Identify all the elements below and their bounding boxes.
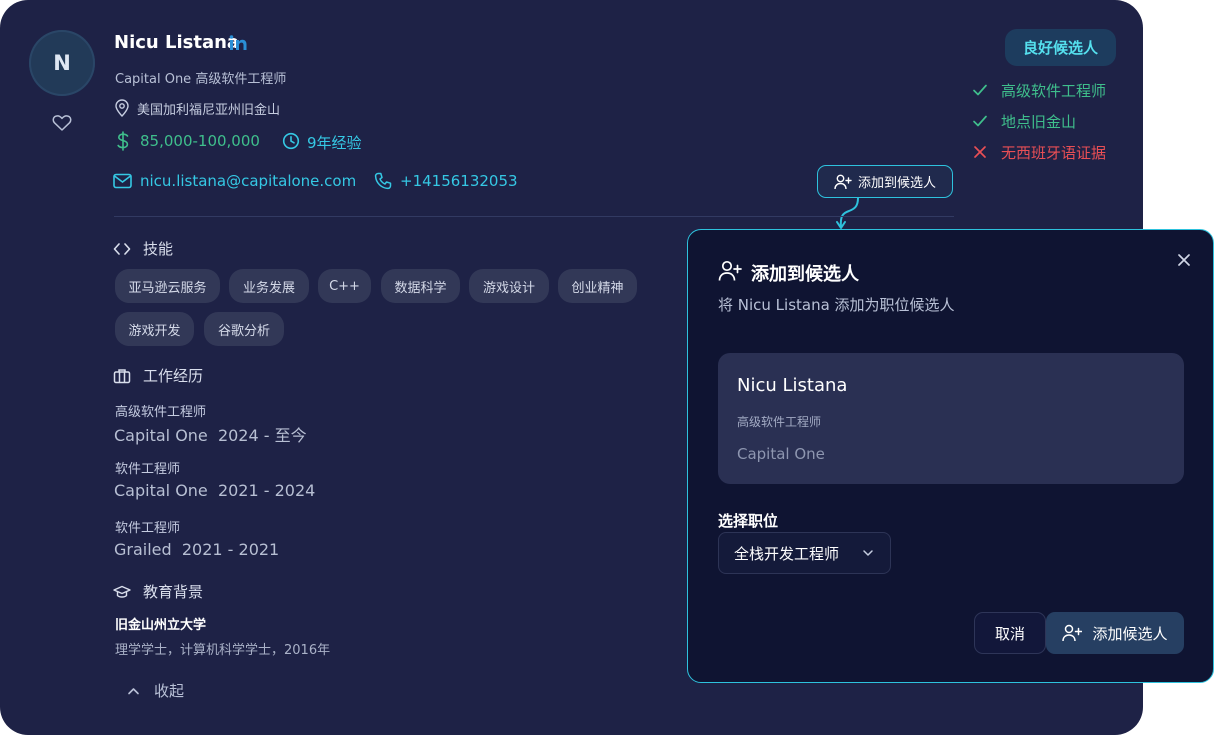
avatar-initial: N [53,51,71,75]
criteria-label: 高级软件工程师 [1001,81,1107,100]
salary-range: 85,000-100,000 [140,132,260,150]
skill-chip: 游戏开发 [115,312,194,346]
job-company-period: Capital One 2024 - 至今 [114,422,307,446]
clock-icon [282,132,300,150]
code-icon [113,242,131,255]
job-company-period: Capital One 2021 - 2024 [114,481,315,500]
skill-chip: C++ [318,269,371,303]
criteria-label: 地点旧金山 [1001,112,1077,131]
location-pin-icon [115,99,129,117]
location-text: 美国加利福尼亚州旧金山 [137,103,281,118]
summary-name: Nicu Listana [737,375,848,396]
user-plus-icon [834,174,852,189]
mail-icon [113,173,132,189]
position-select-value: 全栈开发工程师 [734,544,840,563]
x-icon [974,146,986,158]
add-to-candidates-label: 添加到候选人 [857,176,936,191]
add-to-candidates-button[interactable]: 添加到候选人 [817,165,953,198]
add-candidate-modal: 添加到候选人 将 Nicu Listana 添加为职位候选人 Nicu List… [687,229,1214,683]
skill-chip: 业务发展 [229,269,309,303]
user-plus-icon [718,260,742,281]
close-icon[interactable] [1176,252,1192,268]
job-period: 2021 - 2024 [217,481,316,500]
position-select[interactable]: 全栈开发工程师 [718,532,891,574]
summary-company: Capital One [737,445,825,463]
collapse-label: 收起 [154,682,185,700]
cancel-button[interactable]: 取消 [974,612,1046,654]
work-heading: 工作经历 [113,365,203,386]
criteria-item: 无西班牙语证据 [972,141,1132,163]
connector-arrow [836,197,859,229]
position-select-label: 选择职位 [718,512,779,530]
check-icon [973,115,987,127]
education-heading: 教育背景 [113,581,203,602]
add-candidate-label: 添加候选人 [1092,624,1168,643]
skill-chip: 创业精神 [558,269,637,303]
dollar-icon [117,131,129,151]
degree-text: 理学学士，计算机科学学士，2016年 [115,643,331,658]
candidate-title: Capital One 高级软件工程师 [115,72,287,87]
job-company: Capital One [114,426,208,445]
candidate-name: Nicu Listana [114,32,240,53]
avatar: N [29,30,95,96]
user-plus-icon [1062,624,1083,642]
status-badge: 良好候选人 [1005,29,1116,66]
school-name: 旧金山州立大学 [115,618,207,633]
modal-title: 添加到候选人 [751,264,859,285]
candidate-summary-card: Nicu Listana 高级软件工程师 Capital One [718,353,1184,484]
check-icon [973,84,987,96]
skills-heading-label: 技能 [143,240,174,258]
summary-title: 高级软件工程师 [737,415,822,429]
job-period: 2024 - 至今 [217,426,307,445]
linkedin-icon[interactable] [229,35,249,51]
job-company: Capital One [114,481,208,500]
skill-chip: 谷歌分析 [204,312,284,346]
criteria-label: 无西班牙语证据 [1001,143,1107,162]
collapse-button[interactable]: 收起 [127,680,184,701]
skill-chip: 数据科学 [381,269,460,303]
skills-heading: 技能 [113,238,173,259]
modal-subtitle: 将 Nicu Listana 添加为职位候选人 [718,296,955,314]
work-heading-label: 工作经历 [143,367,204,385]
education-heading-label: 教育背景 [143,583,204,601]
skill-chip: 游戏设计 [469,269,549,303]
briefcase-icon [113,368,131,383]
chevron-down-icon [863,550,873,556]
criteria-item: 高级软件工程师 [972,79,1132,101]
phone-link[interactable]: +14156132053 [400,172,518,190]
job-title: 软件工程师 [115,521,181,536]
criteria-item: 地点旧金山 [972,110,1132,132]
skill-chip: 亚马逊云服务 [115,269,220,303]
phone-icon [374,172,392,190]
divider [114,216,954,217]
job-company: Grailed [114,540,172,559]
job-title: 软件工程师 [115,462,181,477]
job-title: 高级软件工程师 [115,405,207,420]
experience-years: 9年经验 [307,134,362,152]
add-candidate-button[interactable]: 添加候选人 [1046,612,1184,654]
job-company-period: Grailed 2021 - 2021 [114,540,279,559]
email-link[interactable]: nicu.listana@capitalone.com [140,172,356,190]
graduation-cap-icon [113,585,131,598]
chevron-up-icon [128,687,139,694]
heart-icon[interactable] [52,114,72,132]
job-period: 2021 - 2021 [181,540,280,559]
